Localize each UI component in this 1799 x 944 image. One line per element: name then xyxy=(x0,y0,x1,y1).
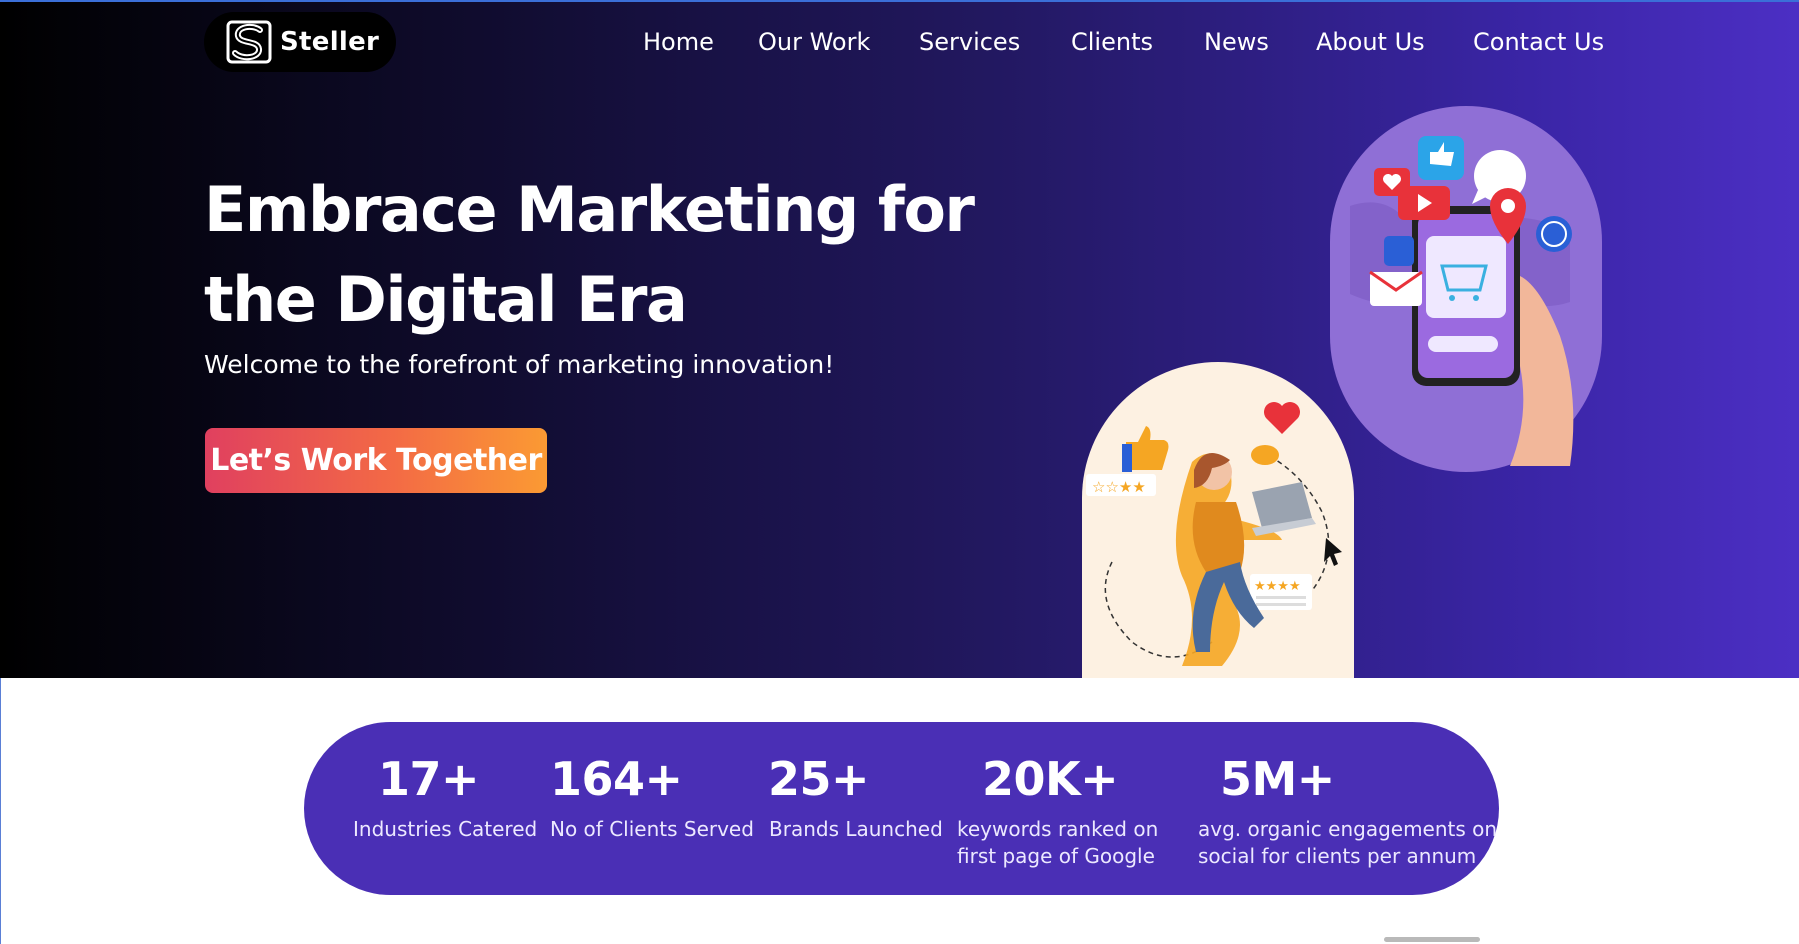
stat-label-line-2: social for clients per annum xyxy=(1198,844,1477,868)
stat-label-line-1: No of Clients Served xyxy=(550,817,754,841)
main-nav: Home Our Work Services Clients News Abou… xyxy=(0,20,1799,64)
stat-label-line-1: Industries Catered xyxy=(353,817,538,841)
nav-contact-us[interactable]: Contact Us xyxy=(1473,20,1604,64)
stat-label-line-1: keywords ranked on xyxy=(957,817,1159,841)
stat-label: Brands Launched xyxy=(769,816,943,843)
smartphone-illustration xyxy=(1330,106,1602,472)
stat-label-line-1: avg. organic engagements on xyxy=(1198,817,1498,841)
nav-services[interactable]: Services xyxy=(919,20,1020,64)
hero-headline-line-1: Embrace Marketing for xyxy=(204,173,975,246)
stats-band: 17+ Industries Catered 164+ No of Client… xyxy=(304,722,1499,895)
hero-headline-line-2: the Digital Era xyxy=(204,263,688,336)
stat-value: 25+ xyxy=(768,752,870,806)
nav-home[interactable]: Home xyxy=(643,20,714,64)
stat-label-line-2: first page of Google xyxy=(957,844,1155,868)
hero-section: Steller Home Our Work Services Clients N… xyxy=(0,0,1799,678)
lets-work-together-button[interactable]: Let’s Work Together xyxy=(205,428,547,493)
svg-text:★★★★: ★★★★ xyxy=(1254,579,1301,594)
hero-headline: Embrace Marketing for the Digital Era xyxy=(204,165,1004,345)
stat-label: keywords ranked on first page of Google xyxy=(957,816,1158,870)
page: Steller Home Our Work Services Clients N… xyxy=(0,0,1799,944)
stat-label-line-1: Brands Launched xyxy=(769,817,943,841)
stat-value: 5M+ xyxy=(1220,752,1335,806)
nav-our-work[interactable]: Our Work xyxy=(758,20,870,64)
hero-subheadline: Welcome to the forefront of marketing in… xyxy=(204,350,835,379)
svg-text:☆☆★★: ☆☆★★ xyxy=(1092,478,1146,496)
nav-news[interactable]: News xyxy=(1204,20,1269,64)
stat-value: 20K+ xyxy=(982,752,1119,806)
girl-with-laptop-illustration: ☆☆★★ ★★★★ xyxy=(1082,362,1354,678)
nav-clients[interactable]: Clients xyxy=(1071,20,1153,64)
scroll-indicator[interactable] xyxy=(1384,937,1480,942)
stat-label: avg. organic engagements on social for c… xyxy=(1198,816,1497,870)
stat-value: 17+ xyxy=(378,752,480,806)
nav-about-us[interactable]: About Us xyxy=(1316,20,1425,64)
stat-label: Industries Catered xyxy=(353,816,537,843)
stat-value: 164+ xyxy=(550,752,683,806)
stat-label: No of Clients Served xyxy=(550,816,754,843)
